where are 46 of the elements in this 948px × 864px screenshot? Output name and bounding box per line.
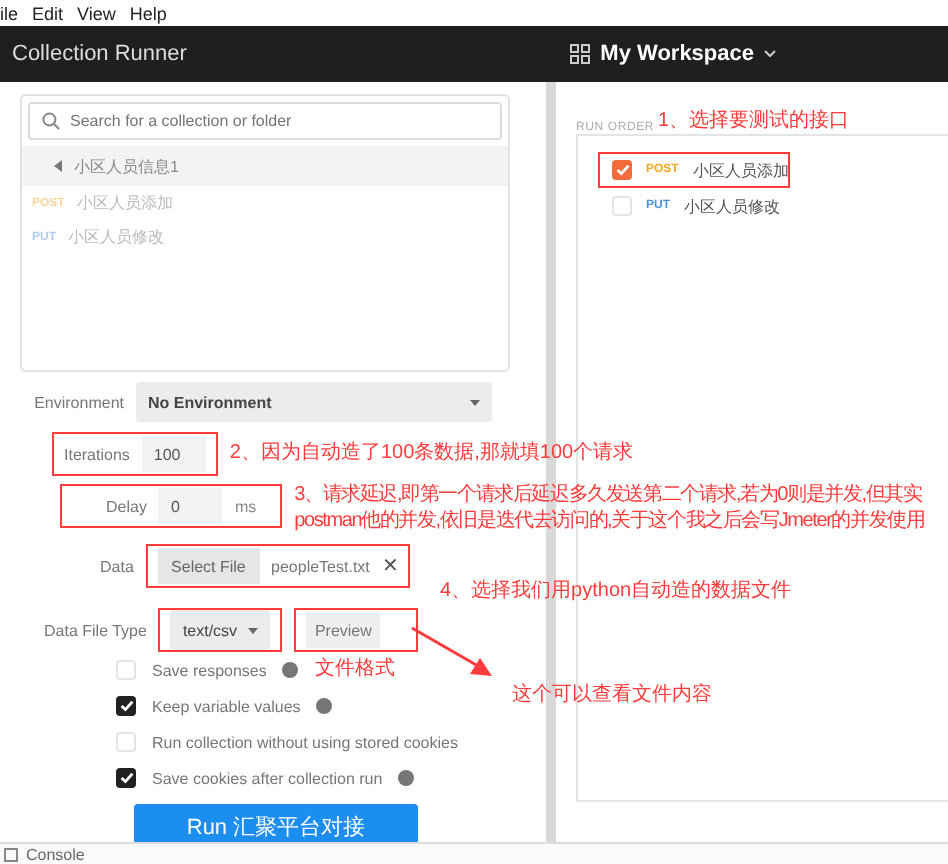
window-title: Collection Runner (12, 42, 189, 66)
search-field[interactable]: Search for a collection or folder (28, 102, 502, 140)
checkbox[interactable] (116, 768, 136, 788)
search-icon (42, 112, 60, 130)
checkbox[interactable] (612, 160, 632, 180)
menu-item[interactable]: Edit (32, 3, 64, 23)
caret-icon (764, 50, 776, 58)
preview-button[interactable]: Preview (306, 612, 380, 648)
field-label: Data (100, 557, 134, 575)
menu-item[interactable]: ile (0, 3, 19, 23)
checkbox[interactable] (116, 696, 136, 716)
annotation: postman他的并发,依旧是迭代去访问的,关于这个我之后会写Jmeter的并发使用 (294, 509, 925, 534)
iterations-input[interactable]: 100 (141, 436, 206, 472)
request-name: 小区人员添加 (692, 159, 789, 181)
delay-input[interactable]: 0 (158, 488, 223, 524)
option-label: Save cookies after collection run (152, 769, 383, 787)
request-name: 小区人员修改 (684, 195, 780, 217)
workspace-button[interactable]: My Workspace (570, 42, 776, 66)
grid-icon (570, 44, 591, 64)
field-label: Data File Type (44, 621, 147, 639)
console-label: Console (26, 845, 85, 863)
field-label: Iterations (64, 445, 130, 463)
annotation: 1、选择要测试的接口 (658, 109, 850, 134)
field-label: Environment (34, 393, 124, 411)
select-file-button[interactable]: Select File (157, 548, 260, 584)
folder-name: 小区人员信息1 (74, 155, 179, 177)
file-name: peopleTest.txt (271, 557, 370, 575)
file-type-select[interactable]: text/csv (170, 610, 271, 650)
annotation: 这个可以查看文件内容 (512, 684, 712, 706)
annotation: 2、因为自动造了100条数据,那就填100个请求 (229, 441, 634, 467)
caret-icon (54, 160, 62, 172)
clear-button[interactable]: ✕ (381, 554, 398, 578)
menu-item[interactable]: Help (129, 3, 167, 23)
annotation: 4、选择我们用python自动造的数据文件 (440, 579, 792, 605)
option-label: Keep variable values (152, 697, 301, 715)
annotation: 文件格式 (314, 657, 395, 683)
field-label: Delay (106, 497, 147, 515)
unit-label: ms (234, 497, 257, 515)
caret-icon (470, 399, 480, 405)
environment-select[interactable]: No Environment (136, 382, 492, 422)
console-icon (4, 847, 18, 861)
caret-icon (248, 627, 259, 633)
option-label: Save responses (152, 661, 267, 679)
menu-item[interactable]: View (77, 3, 116, 23)
option-label: Run collection without using stored cookies (152, 733, 458, 751)
annotation: 3、请求延迟,即第一个请求后延迟多久发送第二个请求,若为0则是并发,但其实 (294, 484, 924, 509)
